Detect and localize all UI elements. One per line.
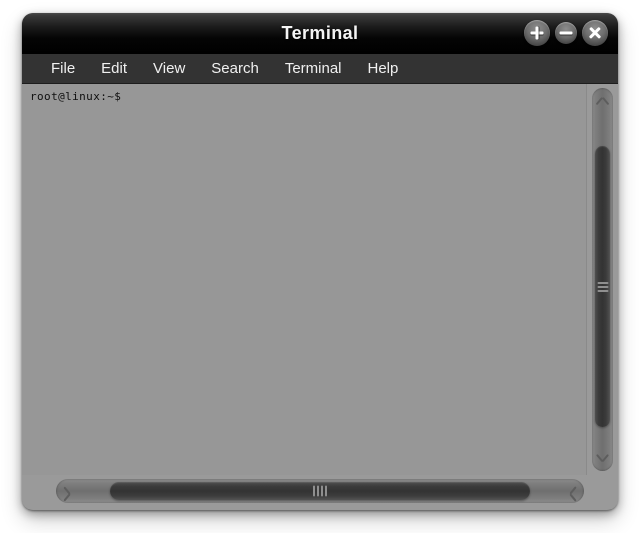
menu-bar: File Edit View Search Terminal Help	[22, 54, 618, 84]
screen: Terminal File Edit View Search Terminal …	[0, 0, 640, 533]
window-body: root@linux:~$	[22, 84, 618, 509]
plus-icon	[524, 20, 550, 46]
horizontal-thumb-grip-icon	[313, 485, 327, 497]
maximize-button[interactable]	[524, 20, 550, 46]
title-bar[interactable]: Terminal	[22, 13, 618, 54]
window-controls	[524, 20, 608, 46]
menu-item-help[interactable]: Help	[355, 57, 412, 80]
close-button[interactable]	[582, 20, 608, 46]
vertical-scroll-thumb[interactable]	[595, 146, 610, 427]
body-row: root@linux:~$	[22, 84, 618, 475]
terminal-output[interactable]: root@linux:~$	[22, 84, 586, 475]
menu-item-terminal[interactable]: Terminal	[272, 57, 355, 80]
horizontal-scroll-trough[interactable]	[56, 479, 584, 503]
menu-item-edit[interactable]: Edit	[88, 57, 140, 80]
scroll-down-button[interactable]	[592, 445, 613, 471]
horizontal-scrollbar[interactable]	[22, 475, 618, 509]
vertical-scroll-trough[interactable]	[592, 88, 613, 471]
chevron-right-icon	[564, 487, 577, 496]
scroll-up-button[interactable]	[592, 88, 613, 114]
scroll-left-button[interactable]	[56, 479, 84, 503]
terminal-window: Terminal File Edit View Search Terminal …	[22, 13, 618, 510]
menu-item-search[interactable]: Search	[198, 57, 272, 80]
menu-item-view[interactable]: View	[140, 57, 198, 80]
close-icon	[582, 20, 608, 46]
horizontal-scroll-thumb[interactable]	[110, 482, 530, 500]
vertical-thumb-grip-icon	[597, 281, 608, 292]
scroll-right-button[interactable]	[556, 479, 584, 503]
vertical-scrollbar[interactable]	[586, 84, 618, 475]
minimize-button[interactable]	[555, 22, 577, 44]
chevron-down-icon	[596, 454, 609, 463]
menu-item-file[interactable]: File	[38, 57, 88, 80]
chevron-left-icon	[64, 487, 77, 496]
chevron-up-icon	[596, 97, 609, 106]
minus-icon	[555, 22, 577, 44]
terminal-prompt-line: root@linux:~$	[30, 90, 122, 103]
